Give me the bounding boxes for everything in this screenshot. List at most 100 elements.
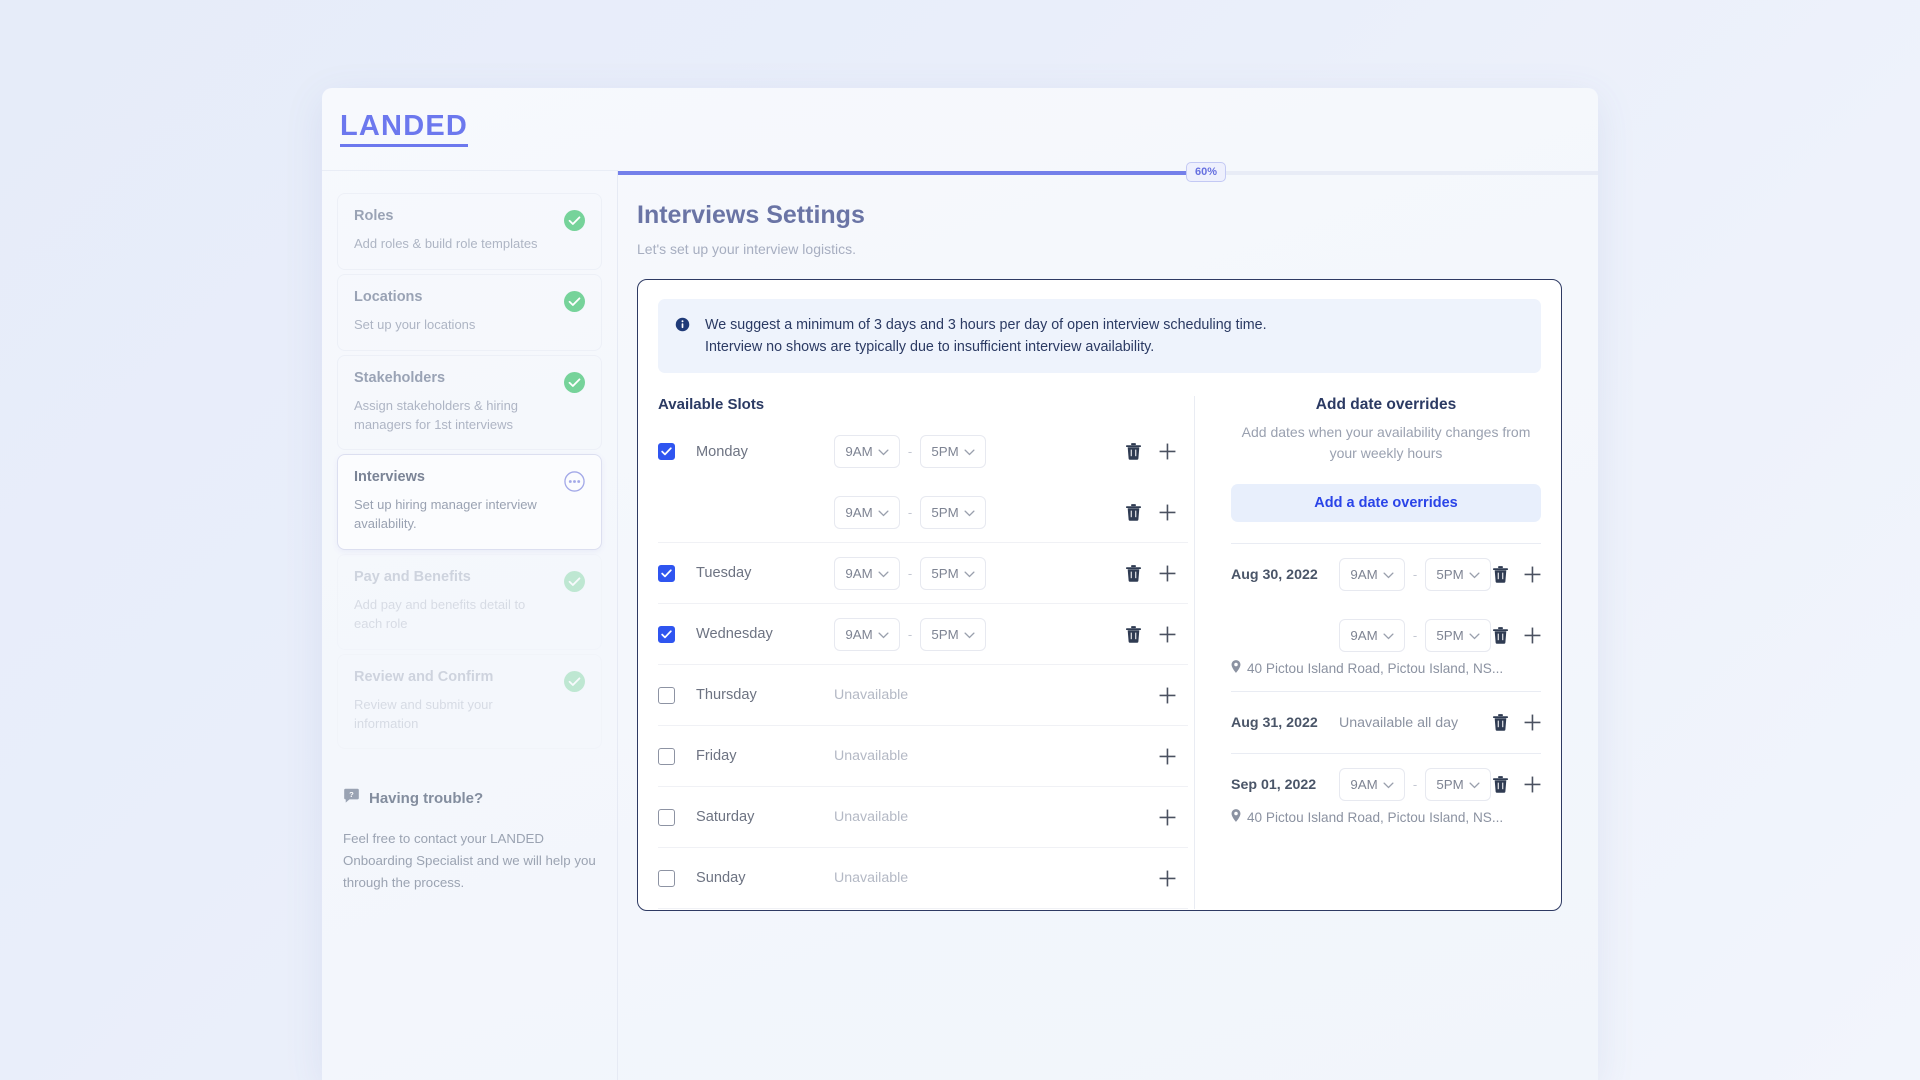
date-override-entry: Aug 31, 2022 Unavailable all day	[1231, 691, 1541, 753]
override-date: Aug 31, 2022	[1231, 714, 1318, 731]
time-range-dash: -	[907, 626, 913, 642]
sidebar-step-stakeholders[interactable]: Stakeholders Assign stakeholders & hirin…	[337, 354, 602, 451]
delete-override-button[interactable]	[1493, 566, 1508, 584]
day-label: Sunday	[696, 870, 746, 887]
override-start-time-select[interactable]: 9AM	[1339, 619, 1405, 653]
add-slot-button[interactable]	[1159, 626, 1176, 643]
add-slot-button[interactable]	[1159, 443, 1176, 460]
chevron-down-icon	[1383, 628, 1394, 643]
add-override-slot-button[interactable]	[1524, 627, 1541, 644]
check-circle-icon	[564, 210, 585, 231]
add-slot-button[interactable]	[1159, 565, 1176, 582]
sidebar-step-description: Review and submit your information	[354, 696, 493, 731]
add-slot-button[interactable]	[1159, 870, 1176, 887]
delete-slot-button[interactable]	[1126, 503, 1141, 521]
day-checkbox-friday[interactable]	[658, 747, 675, 765]
time-range-dash: -	[1412, 567, 1418, 583]
day-label: Saturday	[696, 809, 755, 826]
date-overrides-title: Add date overrides	[1315, 396, 1457, 414]
override-start-time-select[interactable]: 9AM	[1339, 558, 1405, 592]
date-override-row: Sep 01, 2022 9AM - 5PM	[1231, 754, 1541, 815]
day-checkbox-saturday[interactable]	[658, 808, 675, 826]
day-label: Friday	[696, 748, 737, 765]
chevron-down-icon	[964, 566, 975, 581]
day-checkbox-thursday[interactable]	[658, 686, 675, 704]
chevron-down-icon	[1383, 777, 1394, 792]
sidebar-step-locations[interactable]: Locations Set up your locations	[337, 273, 602, 351]
sidebar-step-interviews[interactable]: Interviews Set up hiring manager intervi…	[337, 454, 602, 551]
chevron-down-icon	[878, 505, 889, 520]
sidebar-step-review-and-confirm[interactable]: Review and Confirm Review and submit you…	[337, 653, 602, 750]
date-override-entry: Aug 30, 2022 9AM - 5PM 9AM - 5PM 40 Pict…	[1231, 543, 1541, 691]
override-location: 40 Pictou Island Road, Pictou Island, NS…	[1231, 809, 1541, 840]
end-time-select[interactable]: 5PM	[920, 556, 986, 590]
delete-slot-button[interactable]	[1126, 625, 1141, 643]
start-time-select[interactable]: 9AM	[834, 556, 900, 590]
check-circle-icon	[564, 371, 585, 393]
override-start-time-select-value: 9AM	[1350, 567, 1378, 583]
add-slot-button[interactable]	[1159, 748, 1176, 765]
chevron-down-icon	[964, 444, 975, 459]
availability-row: Friday Unavailable	[658, 726, 1188, 788]
day-label: Wednesday	[696, 626, 773, 643]
day-checkbox-cell	[658, 443, 696, 461]
day-checkbox-wednesday[interactable]	[658, 625, 675, 643]
date-override-entry: Sep 01, 2022 9AM - 5PM 40 Pictou Island …	[1231, 753, 1541, 840]
override-start-time-select[interactable]: 9AM	[1339, 768, 1405, 802]
end-time-select[interactable]: 5PM	[920, 435, 986, 469]
delete-slot-button[interactable]	[1126, 443, 1141, 461]
add-slot-button[interactable]	[1159, 809, 1176, 826]
day-label: Thursday	[696, 687, 757, 704]
availability-row: Sunday Unavailable	[658, 848, 1188, 910]
add-override-slot-button[interactable]	[1524, 566, 1541, 583]
sidebar-step-title: Pay and Benefits	[354, 569, 471, 586]
page-subtitle: Let's set up your interview logistics.	[637, 241, 856, 257]
end-time-select[interactable]: 5PM	[920, 617, 986, 651]
override-date: Sep 01, 2022	[1231, 776, 1317, 793]
override-end-time-select[interactable]: 5PM	[1425, 619, 1491, 653]
sidebar-step-description: Add roles & build role templates	[354, 236, 538, 251]
delete-override-button[interactable]	[1493, 776, 1508, 794]
help-section: ? Having trouble? Feel free to contact y…	[337, 787, 602, 893]
end-time-select[interactable]: 5PM	[920, 495, 986, 529]
day-checkbox-sunday[interactable]	[658, 869, 675, 887]
add-override-slot-button[interactable]	[1524, 776, 1541, 793]
brand-logo[interactable]: LANDED	[340, 110, 469, 148]
date-overrides-subtitle: Add dates when your availability changes…	[1241, 424, 1531, 462]
help-body: Feel free to contact your LANDED Onboard…	[343, 831, 596, 890]
sidebar-step-roles[interactable]: Roles Add roles & build role templates	[337, 193, 602, 270]
delete-override-button[interactable]	[1493, 627, 1508, 645]
available-slots-column: Available Slots Monday 9AM - 5PM 9AM - 5…	[658, 396, 1194, 910]
delete-slot-button[interactable]	[1126, 564, 1141, 582]
day-checkbox-tuesday[interactable]	[658, 564, 675, 582]
override-end-time-select[interactable]: 5PM	[1425, 558, 1491, 592]
start-time-select[interactable]: 9AM	[834, 617, 900, 651]
day-checkbox-monday[interactable]	[658, 443, 675, 461]
add-date-override-button[interactable]: Add a date overrides	[1231, 484, 1541, 523]
chevron-down-icon	[1469, 567, 1480, 582]
date-override-row: 9AM - 5PM	[1231, 605, 1541, 666]
add-slot-button[interactable]	[1159, 504, 1176, 521]
start-time-select[interactable]: 9AM	[834, 435, 900, 469]
unavailable-label: Unavailable	[834, 687, 909, 704]
override-location-text: 40 Pictou Island Road, Pictou Island, NS…	[1247, 660, 1504, 676]
day-checkbox-cell	[658, 808, 696, 826]
unavailable-label: Unavailable	[834, 748, 909, 765]
sidebar-step-title: Locations	[354, 288, 423, 305]
day-checkbox-cell	[658, 625, 696, 643]
chevron-down-icon	[878, 566, 889, 581]
override-start-time-select-value: 9AM	[1350, 777, 1378, 793]
app-window: LANDED Roles Add roles & build role temp…	[322, 88, 1598, 1080]
day-checkbox-cell	[658, 747, 696, 765]
start-time-select[interactable]: 9AM	[834, 495, 900, 529]
sidebar-step-title: Stakeholders	[354, 369, 446, 386]
add-override-slot-button[interactable]	[1524, 714, 1541, 731]
ellipsis-circle-icon	[564, 471, 585, 493]
end-time-select-value: 5PM	[931, 565, 959, 581]
override-location-text: 40 Pictou Island Road, Pictou Island, NS…	[1247, 809, 1504, 825]
add-slot-button[interactable]	[1159, 687, 1176, 704]
delete-override-button[interactable]	[1493, 714, 1508, 732]
sidebar-step-pay-and-benefits[interactable]: Pay and Benefits Add pay and benefits de…	[337, 554, 602, 650]
override-end-time-select[interactable]: 5PM	[1425, 768, 1491, 802]
chevron-down-icon	[1383, 567, 1394, 582]
